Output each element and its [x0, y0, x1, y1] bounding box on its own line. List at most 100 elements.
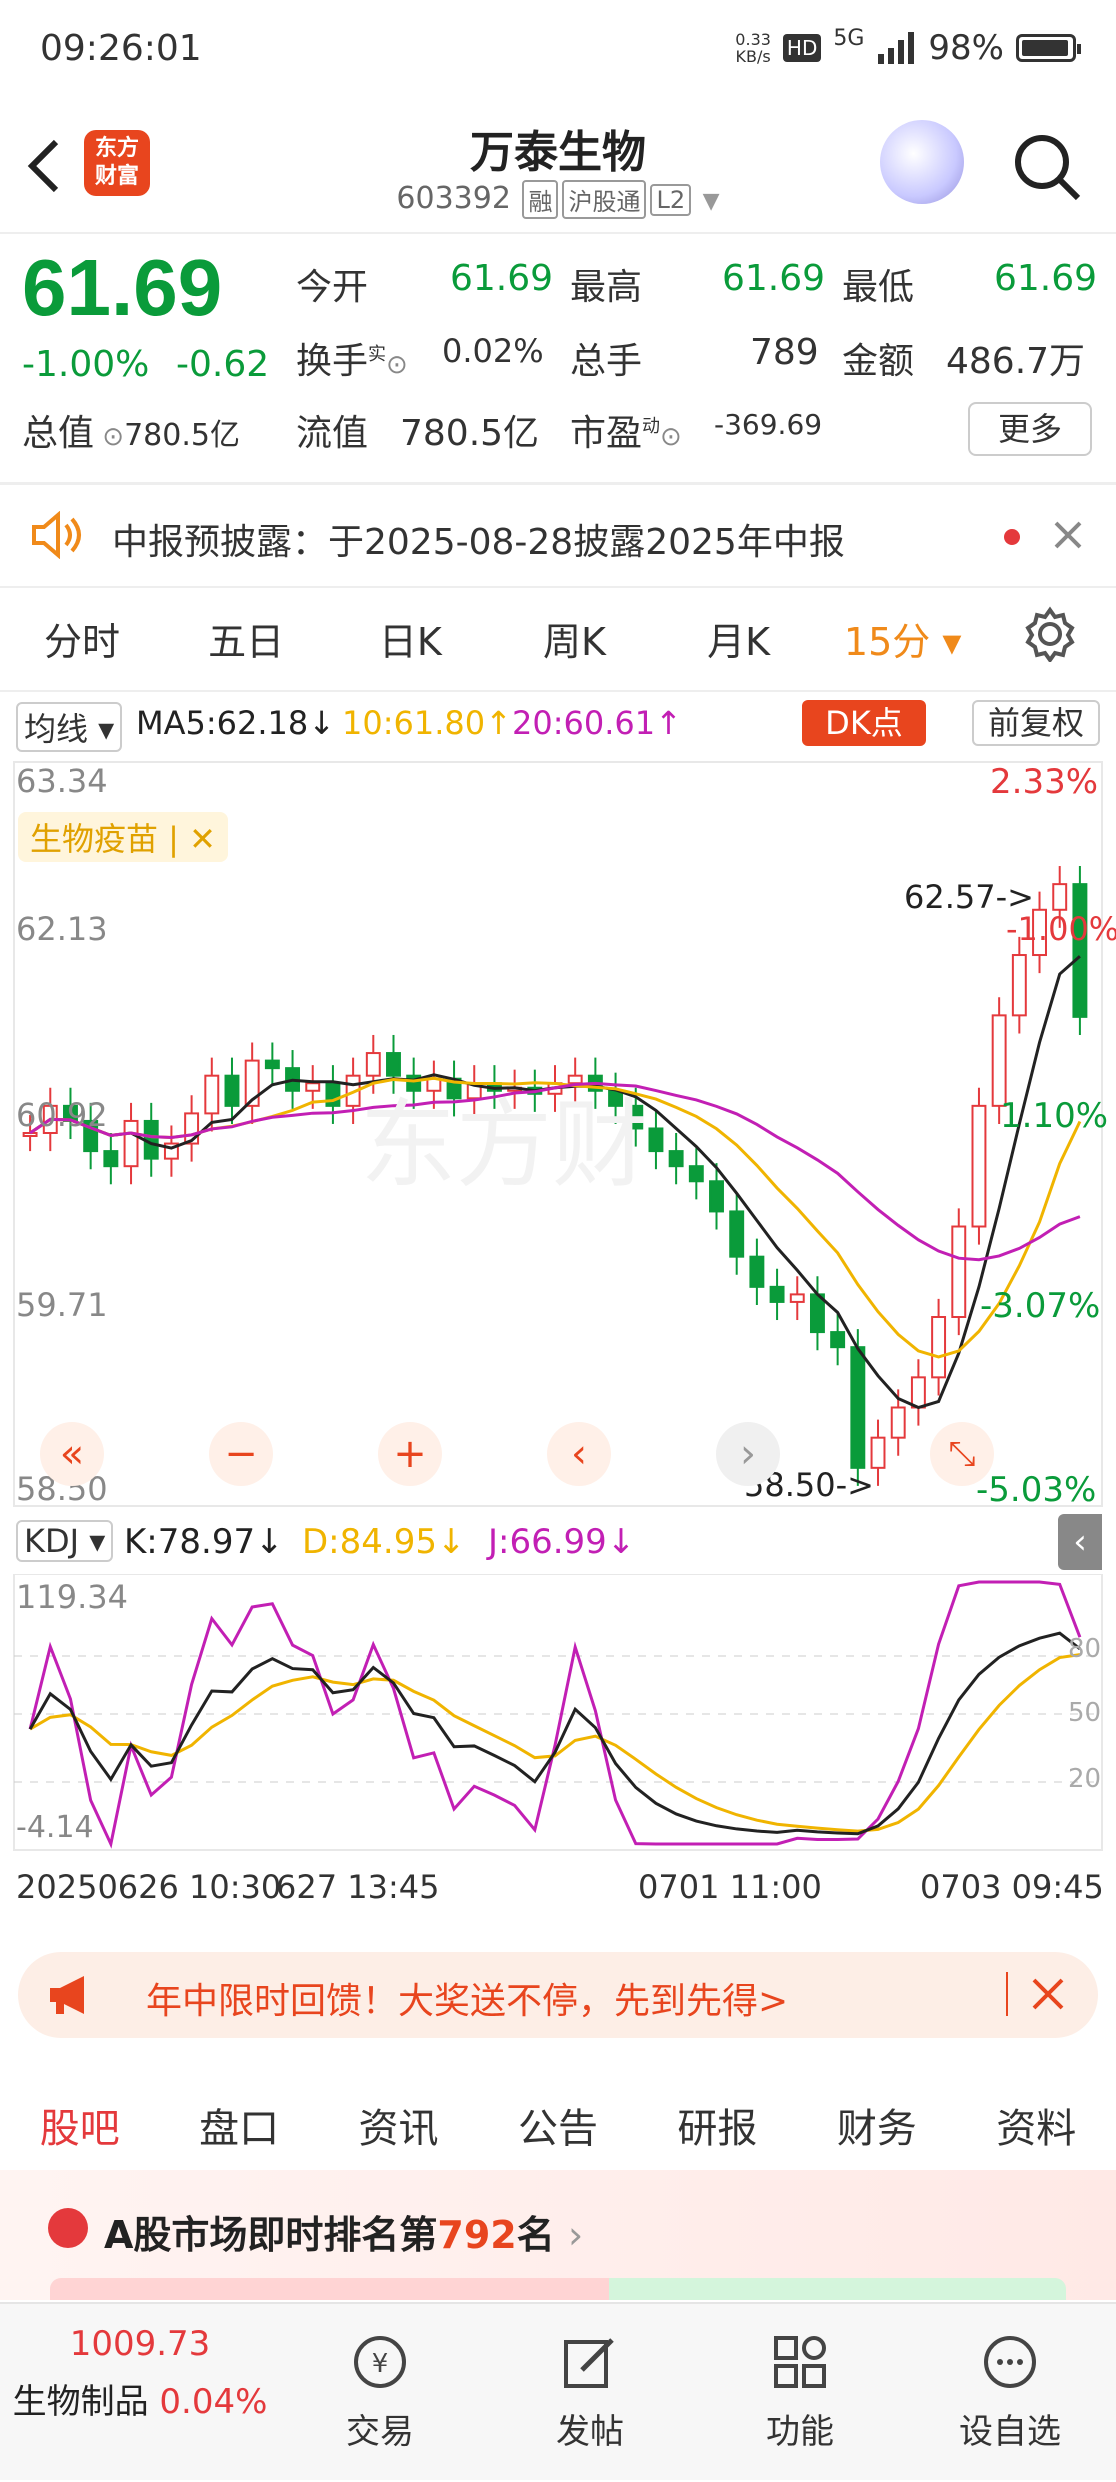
- close-icon[interactable]: [1052, 519, 1084, 551]
- connect-tag: 沪股通: [562, 180, 647, 219]
- dk-point-button[interactable]: DK点: [802, 700, 926, 746]
- kline-chart[interactable]: 东方财 生物疫苗 | ✕ 63.34 62.13 60.92 59.71 58.…: [0, 758, 1116, 1510]
- tab-research[interactable]: 研报: [638, 2096, 797, 2154]
- svg-text:东方财: 东方财: [360, 1089, 648, 1201]
- hd-badge: HD: [782, 34, 822, 62]
- tab-15min[interactable]: 15分 ▾: [821, 611, 985, 666]
- candle: [123, 1119, 139, 1168]
- x-tick: 627 13:45: [276, 1868, 440, 1906]
- kdj-chart[interactable]: 119.34 -4.14 80 50 20: [0, 1573, 1116, 1854]
- indicator-select[interactable]: KDJ ▾: [16, 1520, 114, 1562]
- tab-minute[interactable]: 分时: [0, 611, 164, 666]
- sector-index-value: 1009.73: [69, 2324, 211, 2364]
- pct-tick: -5.03%: [976, 1470, 1097, 1510]
- kdj-level: 20: [1068, 1764, 1102, 1794]
- more-button[interactable]: 更多: [968, 402, 1092, 456]
- y-tick: 62.13: [16, 910, 108, 948]
- notice-bar[interactable]: 中报预披露：于2025-08-28披露2025年中报: [0, 485, 1116, 585]
- battery-percent: 98%: [928, 28, 1004, 68]
- tab-daily-k[interactable]: 日K: [328, 611, 492, 666]
- fullscreen-icon[interactable]: ⤡: [930, 1422, 994, 1486]
- float-value: 780.5亿: [400, 413, 540, 454]
- open-label: 今开: [296, 267, 369, 308]
- turnover-value: 0.02%: [442, 332, 544, 370]
- nav-trade[interactable]: ¥ 交易: [290, 2304, 470, 2482]
- candle: [1011, 954, 1027, 1017]
- nav-post[interactable]: 发帖: [500, 2304, 680, 2482]
- candle: [668, 1150, 684, 1168]
- assistant-robot-icon[interactable]: [880, 120, 964, 204]
- tab-announcements[interactable]: 公告: [478, 2096, 637, 2154]
- high-label: 最高: [570, 267, 643, 308]
- close-icon[interactable]: [1030, 1976, 1066, 2012]
- nav-functions[interactable]: 功能: [710, 2304, 890, 2482]
- signal-bars-icon: [878, 32, 915, 64]
- candle: [325, 1082, 341, 1107]
- candle: [204, 1074, 220, 1115]
- trade-icon: ¥: [354, 2336, 406, 2388]
- pct-tick: -3.07%: [980, 1286, 1101, 1326]
- candle: [870, 1436, 886, 1469]
- kdj-svg: [13, 1573, 1103, 1851]
- amount-value: 486.7万: [946, 341, 1086, 382]
- float-label: 流值: [296, 413, 369, 454]
- collapse-panel-icon[interactable]: ‹: [1058, 1514, 1102, 1570]
- content-tabs: 股吧 盘口 资讯 公告 研报 财务 资料: [0, 2070, 1116, 2180]
- stock-code: 603392: [396, 181, 511, 216]
- tab-order-book[interactable]: 盘口: [159, 2096, 318, 2154]
- nav-functions-label: 功能: [766, 2412, 834, 2452]
- tab-finance[interactable]: 财务: [797, 2096, 956, 2154]
- scroll-left-fast-icon[interactable]: «: [40, 1422, 104, 1486]
- tab-5day[interactable]: 五日: [164, 611, 328, 666]
- y-tick: 59.71: [16, 1286, 108, 1324]
- margin-tag: 融: [522, 180, 559, 219]
- more-dots-icon: [984, 2336, 1036, 2388]
- tab-weekly-k[interactable]: 周K: [492, 611, 656, 666]
- bottom-nav: 1009.73 生物制品 0.04% ¥ 交易 发帖 功能 设自选: [0, 2302, 1116, 2480]
- adjust-button[interactable]: 前复权: [972, 700, 1100, 746]
- change-amount: -0.62: [176, 344, 270, 385]
- zoom-out-icon[interactable]: −: [209, 1422, 273, 1486]
- low-label: 最低: [842, 267, 915, 308]
- candle: [264, 1059, 280, 1070]
- tab-monthly-k[interactable]: 月K: [657, 611, 821, 666]
- scroll-left-icon[interactable]: ‹: [547, 1422, 611, 1486]
- chart-settings-button[interactable]: [985, 606, 1116, 671]
- tab-profile[interactable]: 资料: [957, 2096, 1116, 2154]
- candle: [1072, 883, 1088, 1018]
- ma-select[interactable]: 均线 ▾: [16, 702, 123, 752]
- candle: [830, 1331, 846, 1349]
- tab-news[interactable]: 资讯: [319, 2096, 478, 2154]
- concept-tag[interactable]: 生物疫苗 | ✕: [18, 812, 228, 862]
- nav-post-label: 发帖: [556, 2412, 624, 2452]
- nav-add-watchlist-label: 设自选: [959, 2412, 1061, 2452]
- volume-label: 总手: [570, 341, 643, 382]
- candle: [850, 1346, 866, 1469]
- market-rank-card[interactable]: A股市场即时排名第792名 ›: [0, 2170, 1116, 2300]
- candle: [103, 1150, 119, 1168]
- speaker-icon: [32, 511, 81, 559]
- candle: [729, 1210, 745, 1258]
- ma10-value: 10:61.80↑: [342, 704, 512, 742]
- candle: [749, 1255, 765, 1288]
- pe-value: -369.69: [714, 408, 823, 441]
- sector-index[interactable]: 1009.73 生物制品 0.04%: [0, 2324, 280, 2423]
- y-tick: 60.92: [16, 1096, 108, 1134]
- candle: [931, 1316, 947, 1379]
- promo-banner[interactable]: 年中限时回馈！大奖送不停，先到先得>: [18, 1952, 1098, 2038]
- y-tick: 63.34: [16, 762, 108, 800]
- candle: [769, 1285, 785, 1303]
- candle: [971, 1104, 987, 1228]
- chart-controls: « − + ‹ ›: [40, 1422, 780, 1486]
- caret-down-icon[interactable]: ▼: [703, 189, 720, 214]
- zoom-in-icon[interactable]: +: [378, 1422, 442, 1486]
- search-icon[interactable]: [1010, 130, 1084, 204]
- kdj-j: J:66.99↓: [488, 1522, 636, 1562]
- scroll-right-icon[interactable]: ›: [716, 1422, 780, 1486]
- kdj-k: K:78.97↓: [124, 1522, 284, 1562]
- high-value: 61.69: [722, 258, 826, 299]
- tab-forum[interactable]: 股吧: [0, 2096, 159, 2176]
- pe-label: 市盈动⊙: [570, 413, 682, 454]
- kline-svg: 东方财: [13, 761, 1103, 1507]
- nav-add-watchlist[interactable]: 设自选: [920, 2304, 1100, 2482]
